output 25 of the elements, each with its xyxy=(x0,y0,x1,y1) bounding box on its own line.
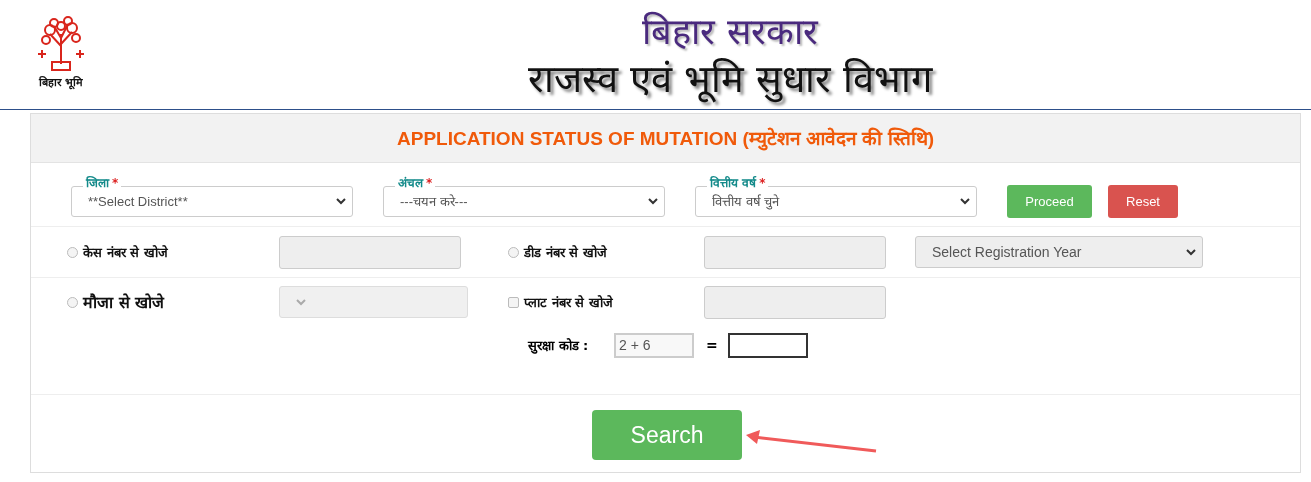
answer-field[interactable] xyxy=(727,332,808,358)
chevron-icon xyxy=(1186,248,1196,256)
chevron-icon xyxy=(336,197,346,205)
department-title: राजस्व एवं भूमि सुधार विभाग xyxy=(527,56,933,104)
captcha-field: 2 + 6 xyxy=(614,332,694,358)
chevron-icon xyxy=(648,197,658,205)
equals-sign: = xyxy=(706,337,718,353)
option-label: केस नंबर से खोजे xyxy=(83,244,168,261)
reset-button[interactable]: Reset xyxy=(1108,184,1178,218)
option-label: मौजा से खोजे xyxy=(83,292,165,313)
radio-button[interactable] xyxy=(508,246,519,258)
chevron-icon xyxy=(296,298,306,306)
page-title: बिहार सरकार xyxy=(642,10,818,54)
chevron-icon xyxy=(960,197,970,205)
field-label: वित्तीय वर्ष * xyxy=(707,175,769,190)
field-label: जिला * xyxy=(83,175,122,190)
radio-button[interactable] xyxy=(67,246,78,258)
security-code-label: सुरक्षा कोड : xyxy=(528,337,590,354)
form-heading: APPLICATION STATUS OF MUTATION (म्युटेशन आवेदन की स्तिथि) xyxy=(31,114,1300,163)
option-label: प्लाट नंबर से खोजे xyxy=(524,294,613,311)
field-label: अंचल * xyxy=(395,175,436,190)
radio-button[interactable] xyxy=(67,296,78,308)
checkbox[interactable] xyxy=(508,296,519,308)
logo-caption: बिहार भूमि xyxy=(38,75,84,89)
option-label: डीड नंबर से खोजे xyxy=(524,244,607,261)
